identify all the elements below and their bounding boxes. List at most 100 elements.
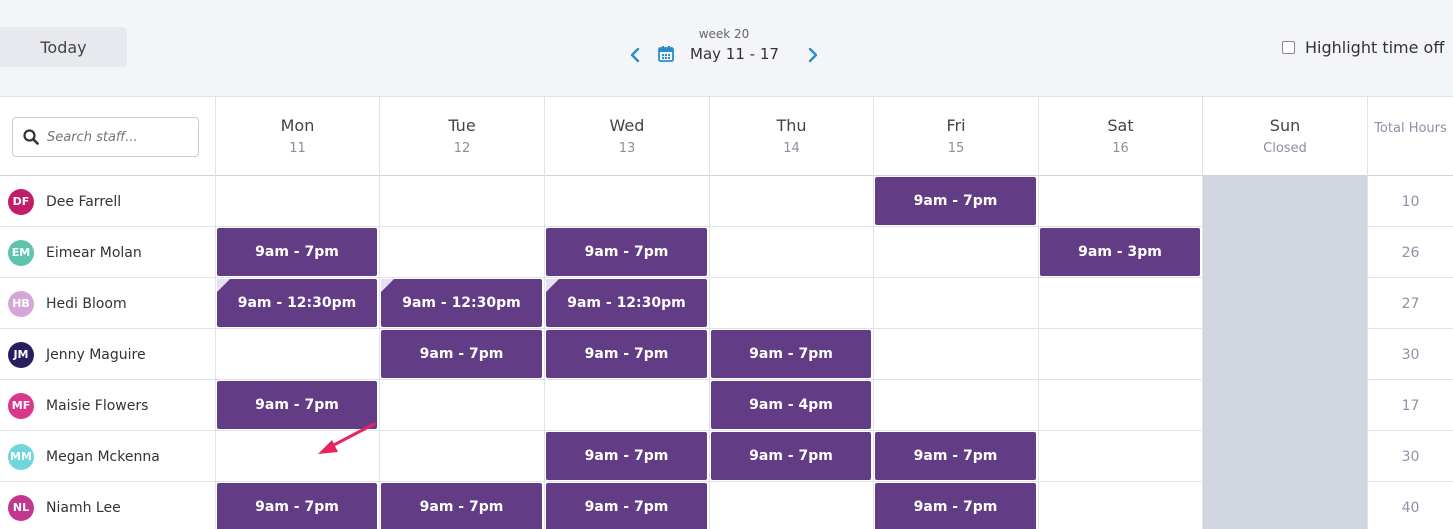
day-date: Closed xyxy=(1263,141,1307,156)
shift-block[interactable]: 9am - 3pm xyxy=(1040,228,1200,276)
staff-member[interactable]: HB Hedi Bloom xyxy=(0,278,215,329)
schedule-cell[interactable] xyxy=(215,176,379,227)
staff-member[interactable]: MM Megan Mckenna xyxy=(0,431,215,482)
schedule-cell[interactable]: 9am - 7pm xyxy=(873,482,1038,529)
schedule-cell[interactable]: 9am - 7pm xyxy=(709,329,873,380)
schedule-cell[interactable] xyxy=(1038,482,1202,529)
schedule-cell[interactable]: 9am - 7pm xyxy=(544,329,709,380)
schedule-cell[interactable]: 9am - 7pm xyxy=(379,329,544,380)
schedule-cell[interactable] xyxy=(544,380,709,431)
shift-block[interactable]: 9am - 12:30pm xyxy=(546,279,707,327)
staff-name: Maisie Flowers xyxy=(46,397,149,414)
schedule-cell[interactable] xyxy=(873,227,1038,278)
shift-time: 9am - 7pm xyxy=(584,244,669,260)
schedule-cell[interactable] xyxy=(873,278,1038,329)
shift-block[interactable]: 9am - 7pm xyxy=(546,330,707,378)
shift-time: 9am - 7pm xyxy=(419,499,504,515)
shift-block[interactable]: 9am - 12:30pm xyxy=(381,279,542,327)
schedule-cell[interactable]: 9am - 12:30pm xyxy=(379,278,544,329)
week-label: week 20 xyxy=(698,27,750,41)
staff-name: Hedi Bloom xyxy=(46,295,127,312)
shift-block[interactable]: 9am - 4pm xyxy=(711,381,871,429)
schedule-cell[interactable] xyxy=(709,227,873,278)
shift-block[interactable]: 9am - 7pm xyxy=(711,330,871,378)
schedule-cell[interactable]: 9am - 7pm xyxy=(544,482,709,529)
staff-member[interactable]: DF Dee Farrell xyxy=(0,176,215,227)
schedule-cell[interactable] xyxy=(379,431,544,482)
previous-week-button[interactable] xyxy=(624,44,646,66)
closed-cell xyxy=(1202,227,1367,278)
schedule-cell[interactable]: 9am - 7pm xyxy=(215,482,379,529)
day-date: 16 xyxy=(1112,141,1129,156)
schedule-cell[interactable]: 9am - 12:30pm xyxy=(215,278,379,329)
schedule-cell[interactable]: 9am - 7pm xyxy=(873,176,1038,227)
schedule-cell[interactable]: 9am - 3pm xyxy=(1038,227,1202,278)
schedule-cell[interactable] xyxy=(1038,431,1202,482)
closed-cell xyxy=(1202,431,1367,482)
today-button[interactable]: Today xyxy=(0,27,127,67)
staff-member[interactable]: EM Eimear Molan xyxy=(0,227,215,278)
shift-time: 9am - 7pm xyxy=(584,448,669,464)
avatar: EM xyxy=(8,239,34,266)
schedule-cell[interactable] xyxy=(709,176,873,227)
date-range[interactable]: May 11 - 17 xyxy=(690,45,786,63)
schedule-cell[interactable] xyxy=(1038,278,1202,329)
staff-name: Jenny Maguire xyxy=(46,346,146,363)
staff-row: NL Niamh Lee 9am - 7pm 9am - 7pm 9am - 7pm 9a… xyxy=(0,482,1453,529)
schedule-cell[interactable] xyxy=(544,176,709,227)
schedule-cell[interactable] xyxy=(873,380,1038,431)
search-staff-input[interactable] xyxy=(47,129,187,145)
shift-block[interactable]: 9am - 7pm xyxy=(381,330,542,378)
schedule-cell[interactable] xyxy=(1038,329,1202,380)
staff-member[interactable]: JM Jenny Maguire xyxy=(0,329,215,380)
shift-block[interactable]: 9am - 7pm xyxy=(711,432,871,480)
highlight-time-off-toggle[interactable]: Highlight time off xyxy=(1282,37,1444,57)
schedule-cell[interactable] xyxy=(379,227,544,278)
shift-block[interactable]: 9am - 7pm xyxy=(875,177,1036,225)
total-hours-header: Total Hours xyxy=(1367,97,1453,176)
schedule-cell[interactable] xyxy=(709,278,873,329)
schedule-cell[interactable]: 9am - 7pm xyxy=(215,227,379,278)
schedule-cell[interactable] xyxy=(379,380,544,431)
schedule-cell[interactable]: 9am - 7pm xyxy=(709,431,873,482)
schedule-cell[interactable]: 9am - 7pm xyxy=(873,431,1038,482)
shift-block[interactable]: 9am - 7pm xyxy=(217,228,377,276)
note-marker-icon xyxy=(546,279,559,292)
schedule-cell[interactable]: 9am - 7pm xyxy=(379,482,544,529)
calendar-icon[interactable] xyxy=(657,45,677,65)
schedule-cell[interactable]: 9am - 4pm xyxy=(709,380,873,431)
schedule-cell[interactable]: 9am - 7pm xyxy=(544,227,709,278)
schedule-cell[interactable] xyxy=(379,176,544,227)
shift-time: 9am - 12:30pm xyxy=(567,295,686,311)
shift-block[interactable]: 9am - 7pm xyxy=(546,483,707,529)
day-name: Sun xyxy=(1269,116,1301,135)
staff-row: HB Hedi Bloom 9am - 12:30pm 9am - 12:30pm 9a… xyxy=(0,278,1453,329)
staff-row: MF Maisie Flowers 9am - 7pm 9am - 4pm 17 xyxy=(0,380,1453,431)
shift-block[interactable]: 9am - 12:30pm xyxy=(217,279,377,327)
note-marker-icon xyxy=(381,279,394,292)
shift-block[interactable]: 9am - 7pm xyxy=(875,483,1036,529)
schedule-cell[interactable] xyxy=(215,329,379,380)
staff-row: EM Eimear Molan 9am - 7pm 9am - 7pm 9am - 3p… xyxy=(0,227,1453,278)
chevron-left-icon xyxy=(630,47,640,63)
next-week-button[interactable] xyxy=(802,44,824,66)
shift-block[interactable]: 9am - 7pm xyxy=(217,483,377,529)
shift-time: 9am - 7pm xyxy=(255,499,339,515)
shift-block[interactable]: 9am - 7pm xyxy=(381,483,542,529)
staff-member[interactable]: MF Maisie Flowers xyxy=(0,380,215,431)
day-name: Wed xyxy=(609,116,645,135)
shift-block[interactable]: 9am - 7pm xyxy=(875,432,1036,480)
schedule-cell[interactable] xyxy=(709,482,873,529)
schedule-cell[interactable] xyxy=(1038,380,1202,431)
schedule-cell[interactable] xyxy=(873,329,1038,380)
schedule-cell[interactable] xyxy=(1038,176,1202,227)
day-date: 11 xyxy=(289,141,306,156)
note-marker-icon xyxy=(217,279,230,292)
search-box[interactable] xyxy=(12,117,199,157)
shift-block[interactable]: 9am - 7pm xyxy=(546,228,707,276)
highlight-time-off-checkbox[interactable] xyxy=(1282,40,1295,54)
schedule-cell[interactable]: 9am - 12:30pm xyxy=(544,278,709,329)
schedule-cell[interactable]: 9am - 7pm xyxy=(544,431,709,482)
shift-block[interactable]: 9am - 7pm xyxy=(546,432,707,480)
staff-member[interactable]: NL Niamh Lee xyxy=(0,482,215,529)
